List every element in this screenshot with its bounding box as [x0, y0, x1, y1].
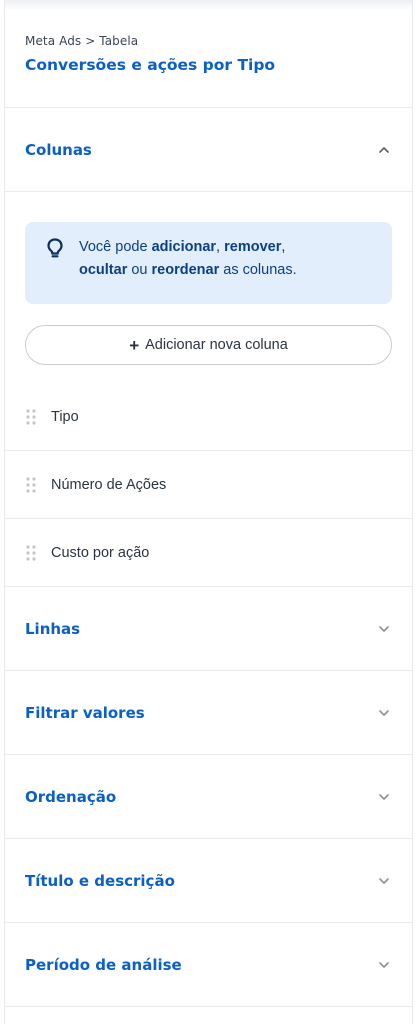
tip-text-part: Você pode	[79, 239, 152, 255]
top-shadow	[5, 0, 412, 10]
tip-text-part: ,	[281, 239, 286, 255]
section-filtrar-valores-label: Filtrar valores	[25, 703, 145, 722]
section-ordenacao-label: Ordenação	[25, 787, 117, 806]
add-column-label: Adicionar nova coluna	[145, 337, 288, 353]
drag-handle-icon[interactable]	[25, 544, 37, 562]
section-linhas-header[interactable]: Linhas	[5, 587, 412, 671]
section-linhas-label: Linhas	[25, 619, 81, 638]
section-colunas-label: Colunas	[25, 140, 92, 159]
column-label: Número de Ações	[51, 476, 167, 493]
tip-text-part: as colunas.	[219, 262, 297, 278]
panel-header: Meta Ads > Tabela Conversões e ações por…	[5, 0, 412, 108]
column-label: Tipo	[51, 408, 79, 425]
section-titulo-descricao-label: Título e descrição	[25, 871, 175, 890]
lightbulb-icon	[45, 237, 65, 264]
section-periodo-analise-header[interactable]: Período de análise	[5, 923, 412, 1007]
tip-text-part: ,	[216, 239, 225, 255]
section-ordenacao-header[interactable]: Ordenação	[5, 755, 412, 839]
editor-panel: Meta Ads > Tabela Conversões e ações por…	[4, 0, 413, 1024]
chevron-down-icon[interactable]	[376, 957, 392, 973]
tip-text-bold: remover	[224, 239, 282, 255]
chevron-down-icon[interactable]	[376, 873, 392, 889]
drag-handle-icon[interactable]	[25, 408, 37, 426]
tip-text-bold: reordenar	[151, 262, 220, 278]
tip-box: Você pode adicionar, remover, ocultar ou …	[25, 222, 392, 304]
section-periodo-analise-label: Período de análise	[25, 955, 182, 974]
column-item-custo-por-acao[interactable]: Custo por ação	[5, 519, 412, 587]
drag-handle-icon[interactable]	[25, 476, 37, 494]
chevron-down-icon[interactable]	[376, 621, 392, 637]
column-list: Tipo Número de Ações Custo por ação	[5, 383, 412, 587]
chevron-down-icon[interactable]	[376, 705, 392, 721]
tip-text-part: ou	[127, 262, 152, 278]
page-title: Conversões e ações por Tipo	[25, 56, 276, 74]
column-item-numero-de-acoes[interactable]: Número de Ações	[5, 451, 412, 519]
section-filtrar-valores-header[interactable]: Filtrar valores	[5, 671, 412, 755]
plus-icon: +	[129, 335, 140, 355]
column-label: Custo por ação	[51, 544, 150, 561]
section-colunas-header[interactable]: Colunas	[5, 108, 412, 192]
section-colunas-body: Você pode adicionar, remover, ocultar ou …	[5, 192, 412, 365]
breadcrumb: Meta Ads > Tabela	[25, 34, 139, 48]
column-item-tipo[interactable]: Tipo	[5, 383, 412, 451]
section-titulo-descricao-header[interactable]: Título e descrição	[5, 839, 412, 923]
chevron-up-icon[interactable]	[376, 142, 392, 158]
chevron-down-icon[interactable]	[376, 789, 392, 805]
tip-text: Você pode adicionar, remover, ocultar ou …	[79, 236, 297, 282]
add-column-button[interactable]: + Adicionar nova coluna	[25, 325, 392, 365]
tip-text-bold: adicionar	[151, 239, 217, 255]
tip-text-bold: ocultar	[79, 262, 128, 278]
